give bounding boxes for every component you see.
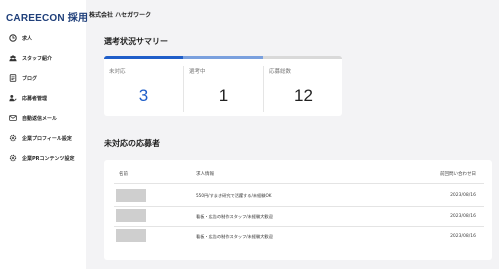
row-date: 2023/08/16 bbox=[450, 214, 476, 219]
row-date: 2023/08/16 bbox=[450, 234, 476, 239]
sidebar-item-label: スタッフ紹介 bbox=[22, 55, 53, 62]
sidebar-item-jobs[interactable]: 求人 bbox=[0, 28, 86, 48]
sidebar-item-label: 求人 bbox=[22, 35, 33, 42]
clock-icon bbox=[8, 34, 17, 43]
progress-bar bbox=[104, 56, 342, 59]
applicants-card: 名前 求人情報 前回問い合わせ日 550円/すまき研究で活躍する/未経験OK 2… bbox=[104, 160, 492, 260]
applicant-name-placeholder bbox=[116, 189, 146, 202]
applicants-title: 未対応の応募者 bbox=[104, 139, 160, 148]
column-header-name: 名前 bbox=[119, 172, 128, 177]
stat-label: 未対応 bbox=[109, 69, 126, 75]
sidebar-item-company-profile[interactable]: 企業プロフィール設定 bbox=[0, 128, 86, 148]
row-date: 2023/08/16 bbox=[450, 193, 476, 198]
sidebar-item-label: 応募者管理 bbox=[22, 95, 48, 102]
applicant-name-placeholder bbox=[116, 209, 146, 222]
column-header-job: 求人情報 bbox=[196, 172, 214, 177]
mail-icon bbox=[8, 114, 17, 123]
people-icon bbox=[8, 54, 17, 63]
sidebar-item-label: ブログ bbox=[22, 75, 38, 82]
logo[interactable]: CAREECON 採用 bbox=[6, 9, 88, 24]
row-job: 看板・広告の制作スタッフ/未経験大歓迎 bbox=[196, 234, 273, 239]
gear-icon bbox=[8, 134, 17, 143]
summary-title: 選考状況サマリー bbox=[104, 37, 168, 46]
row-job: 550円/すまき研究で活躍する/未経験OK bbox=[196, 193, 272, 198]
stat-value: 3 bbox=[138, 86, 149, 105]
sidebar-item-blog[interactable]: ブログ bbox=[0, 68, 86, 88]
sidebar-item-label: 自動返信メール bbox=[22, 115, 58, 122]
user-edit-icon bbox=[8, 94, 17, 103]
app-root: CAREECON 採用 求人 スタッフ紹介 ブログ 応募者管理 自動返信メール … bbox=[0, 0, 499, 269]
stat-label: 選考中 bbox=[189, 69, 206, 75]
stat-total[interactable]: 応募総数 12 bbox=[264, 64, 342, 114]
sidebar-nav: 求人 スタッフ紹介 ブログ 応募者管理 自動返信メール 企業プロフィール設定 企… bbox=[0, 28, 86, 168]
divider bbox=[114, 183, 484, 184]
sidebar-item-auto-reply[interactable]: 自動返信メール bbox=[0, 108, 86, 128]
stat-value: 1 bbox=[218, 86, 229, 105]
divider bbox=[114, 206, 484, 207]
stat-label: 応募総数 bbox=[269, 69, 292, 75]
progress-segment-unhandled bbox=[104, 56, 183, 59]
row-job: 看板・広告の制作スタッフ/未経験大歓迎 bbox=[196, 214, 273, 219]
sidebar-item-applicants[interactable]: 応募者管理 bbox=[0, 88, 86, 108]
sidebar-item-label: 企業PRコンテンツ設定 bbox=[22, 155, 75, 162]
column-header-date: 前回問い合わせ日 bbox=[440, 172, 476, 177]
company-name: 株式会社 ハセガワーク bbox=[89, 12, 152, 19]
sidebar: CAREECON 採用 求人 スタッフ紹介 ブログ 応募者管理 自動返信メール … bbox=[0, 0, 88, 269]
gear-icon bbox=[8, 154, 17, 163]
stat-unhandled[interactable]: 未対応 3 bbox=[104, 64, 183, 114]
divider bbox=[114, 226, 484, 227]
stat-in-progress[interactable]: 選考中 1 bbox=[184, 64, 263, 114]
stat-value: 12 bbox=[294, 86, 313, 105]
sidebar-item-label: 企業プロフィール設定 bbox=[22, 135, 72, 142]
sidebar-item-staff[interactable]: スタッフ紹介 bbox=[0, 48, 86, 68]
summary-card: 未対応 3 選考中 1 応募総数 12 bbox=[104, 56, 342, 116]
document-icon bbox=[8, 74, 17, 83]
sidebar-item-company-pr[interactable]: 企業PRコンテンツ設定 bbox=[0, 148, 86, 168]
applicant-name-placeholder bbox=[116, 229, 146, 242]
